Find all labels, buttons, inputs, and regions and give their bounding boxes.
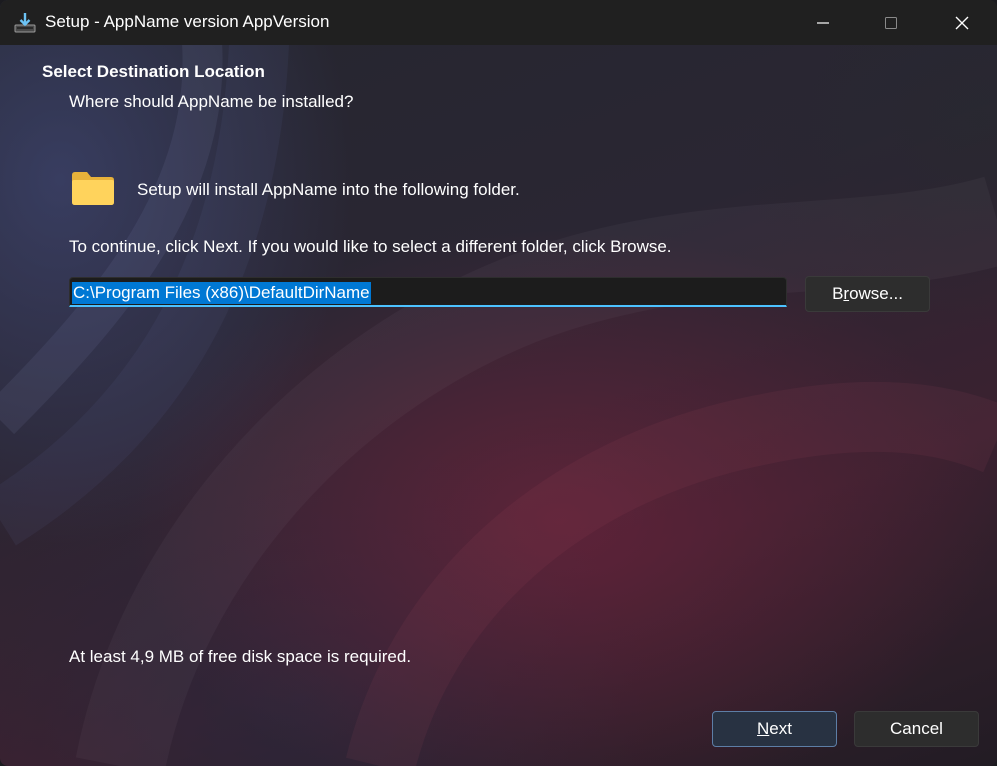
browse-label-post: owse...	[849, 284, 903, 303]
setup-window: Setup - AppName version AppVersion Selec…	[0, 0, 997, 766]
title-bar: Setup - AppName version AppVersion	[0, 0, 997, 45]
destination-path-value: C:\Program Files (x86)\DefaultDirName	[72, 282, 371, 304]
browse-button[interactable]: Br owse...	[805, 276, 930, 312]
next-label-accelerator: N	[757, 719, 770, 738]
close-button[interactable]	[927, 0, 997, 45]
installer-download-icon	[14, 13, 36, 33]
cancel-button[interactable]: Cancel	[854, 711, 979, 747]
maximize-icon	[885, 16, 897, 29]
cancel-label: Cancel	[890, 719, 943, 738]
minimize-icon	[817, 21, 829, 24]
continue-instructions: To continue, click Next. If you would li…	[69, 237, 672, 256]
folder-icon	[72, 172, 114, 205]
next-label-post: ext	[769, 719, 792, 738]
destination-path-input[interactable]: C:\Program Files (x86)\DefaultDirName	[69, 277, 787, 307]
page-subheading: Where should AppName be installed?	[69, 92, 354, 111]
disk-space-requirement: At least 4,9 MB of free disk space is re…	[69, 647, 412, 666]
browse-label-pre: B	[832, 284, 844, 303]
window-title: Setup - AppName version AppVersion	[45, 12, 330, 31]
minimize-button[interactable]	[788, 0, 858, 45]
page-heading: Select Destination Location	[42, 62, 265, 81]
install-info-text: Setup will install AppName into the foll…	[137, 180, 520, 199]
next-button[interactable]: Next	[712, 711, 837, 747]
close-icon	[955, 16, 969, 29]
maximize-button[interactable]	[856, 0, 926, 45]
